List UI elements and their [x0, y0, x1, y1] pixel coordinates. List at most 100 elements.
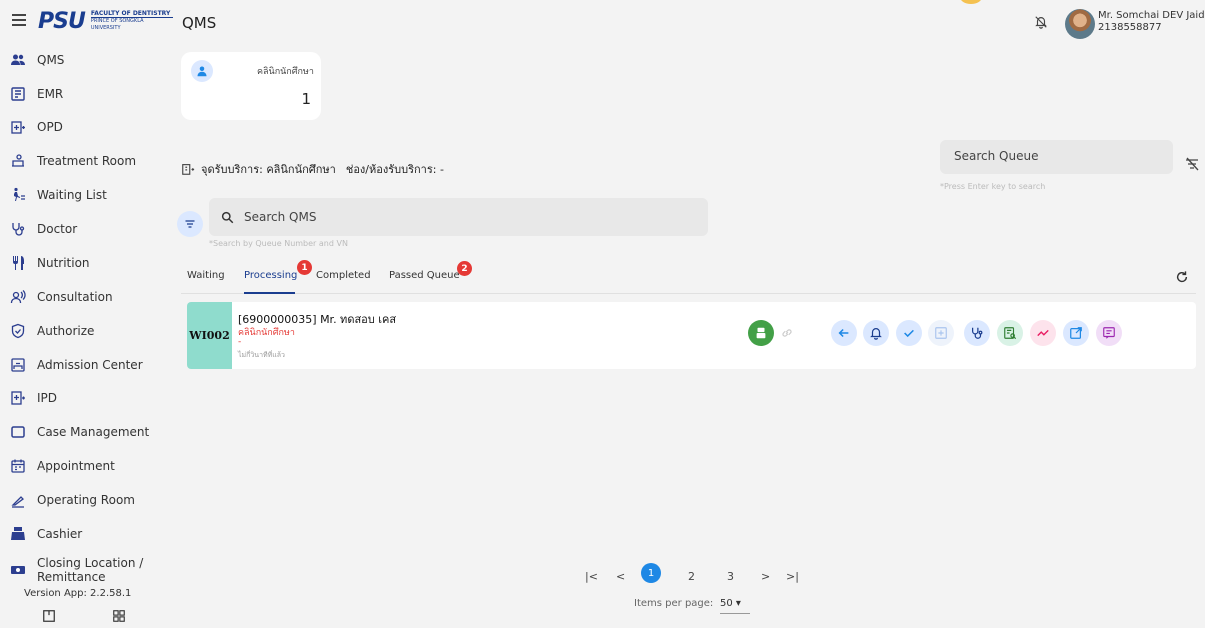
sidebar-item-emr[interactable]: EMR: [10, 82, 63, 106]
cutlery-icon: [13, 256, 24, 270]
tab-processing[interactable]: Processing: [244, 270, 297, 281]
search-qms-hint: *Search by Queue Number and VN: [209, 239, 348, 248]
dispenser-icon: [756, 327, 766, 339]
call-button[interactable]: [748, 320, 774, 346]
queue-card[interactable]: WI002 [6900000035] Mr. ทดสอบ เคส คลินิกน…: [187, 302, 1196, 369]
sidebar-item-authorize[interactable]: Authorize: [10, 319, 94, 343]
bell-off-icon[interactable]: [1034, 15, 1048, 29]
sidebar-item-opd[interactable]: OPD: [10, 115, 63, 139]
sidebar-item-nutrition[interactable]: Nutrition: [10, 251, 90, 275]
search-queue-hint: *Press Enter key to search: [940, 182, 1046, 191]
filter-off-icon[interactable]: [1184, 156, 1200, 172]
sidebar: QMS EMR OPD Treatment Room Waiting List …: [0, 44, 175, 628]
tab-waiting[interactable]: Waiting: [187, 270, 225, 281]
page-2-button[interactable]: 2: [688, 566, 695, 586]
sidebar-item-admission-center[interactable]: Admission Center: [10, 353, 143, 377]
bell-icon: [870, 328, 882, 340]
first-page-button[interactable]: |<: [585, 566, 598, 586]
check-icon: [904, 329, 914, 338]
passed-queue-count-badge: 2: [457, 261, 472, 276]
opd-icon: [11, 121, 25, 134]
sidebar-item-label: OPD: [37, 120, 63, 134]
app-title: QMS: [182, 14, 217, 32]
money-icon: [11, 566, 25, 574]
refresh-icon[interactable]: [1175, 270, 1189, 284]
search-icon: [221, 211, 234, 223]
notification-indicator: [960, 0, 982, 4]
trend-icon: [1037, 329, 1049, 337]
open-in-new-icon: [1070, 327, 1082, 339]
sidebar-item-closing-location[interactable]: Closing Location / Remittance: [10, 556, 160, 584]
sidebar-item-label: Consultation: [37, 290, 113, 304]
calendar-icon: [11, 459, 25, 473]
patient-detail: -: [238, 337, 242, 347]
sidebar-item-operating-room[interactable]: Operating Room: [10, 488, 135, 512]
message-button[interactable]: [1096, 320, 1122, 346]
sidebar-item-qms[interactable]: QMS: [10, 48, 64, 72]
walking-icon: [14, 187, 25, 201]
cashier-icon: [11, 527, 25, 540]
message-icon: [1103, 327, 1115, 339]
sidebar-item-label: Operating Room: [37, 493, 135, 507]
sidebar-item-label: Case Management: [37, 425, 150, 439]
logo-line2: PRINCE OF SONGKLA UNIVERSITY: [90, 17, 173, 32]
complete-button[interactable]: [896, 320, 922, 346]
sidebar-item-label: Closing Location / Remittance: [37, 556, 144, 584]
notify-button[interactable]: [863, 320, 889, 346]
items-per-page-label: Items per page:: [634, 598, 714, 609]
menu-icon[interactable]: [12, 14, 26, 26]
record-button[interactable]: [997, 320, 1023, 346]
sidebar-item-cashier[interactable]: Cashier: [10, 522, 82, 546]
link-button[interactable]: [774, 320, 800, 346]
sidebar-item-ipd[interactable]: IPD: [10, 386, 57, 410]
next-page-button[interactable]: >: [761, 566, 770, 586]
stat-value: 1: [301, 90, 311, 108]
page-3-button[interactable]: 3: [727, 566, 734, 586]
add-box-icon: [935, 327, 947, 339]
link-icon: [782, 329, 792, 337]
app-version: Version App: 2.2.58.1: [24, 588, 132, 599]
prev-page-button[interactable]: <: [616, 566, 625, 586]
back-button[interactable]: [831, 320, 857, 346]
filter-button[interactable]: [177, 211, 203, 237]
sidebar-item-label: Doctor: [37, 222, 78, 236]
logo-line1: FACULTY OF DENTISTRY: [90, 10, 171, 17]
doctor-button[interactable]: [964, 320, 990, 346]
sidebar-item-label: Appointment: [37, 459, 115, 473]
queue-tabs: Waiting Processing Completed Passed Queu…: [181, 260, 1196, 294]
sidebar-item-label: Waiting List: [37, 188, 107, 202]
tab-passed-queue[interactable]: Passed Queue: [389, 270, 460, 281]
case-icon: [11, 426, 25, 438]
search-queue-input[interactable]: Search Queue: [940, 140, 1173, 174]
service-counter: ช่อง/ห้องรับบริการ: -: [345, 163, 444, 176]
queue-time: ไม่กี่วินาทีที่แล้ว: [238, 351, 285, 359]
active-tab-indicator: [244, 292, 295, 294]
logo: PSU FACULTY OF DENTISTRY PRINCE OF SONGK…: [38, 8, 173, 34]
sidebar-item-label: Authorize: [37, 324, 95, 338]
clinic-stat-card[interactable]: คลินิกนักศึกษา 1: [181, 52, 321, 120]
add-service-button[interactable]: [928, 320, 954, 346]
shield-check-icon: [11, 323, 25, 339]
sidebar-item-waiting-list[interactable]: Waiting List: [10, 183, 107, 207]
tab-completed[interactable]: Completed: [316, 270, 371, 281]
items-per-page-select[interactable]: 50 ▾: [720, 598, 750, 614]
vital-signs-button[interactable]: [1030, 320, 1056, 346]
panel-icon[interactable]: [42, 609, 56, 623]
user-id: 2138558877: [1098, 22, 1162, 33]
open-external-button[interactable]: [1063, 320, 1089, 346]
last-page-button[interactable]: >|: [786, 566, 799, 586]
service-location: จุดรับบริการ: คลินิกนักศึกษา ช่อง/ห้องรั…: [181, 160, 444, 178]
avatar[interactable]: [1065, 9, 1095, 39]
sidebar-item-label: EMR: [37, 87, 64, 101]
search-qms-input[interactable]: Search QMS: [209, 198, 708, 236]
sidebar-item-label: QMS: [37, 53, 65, 67]
page-1-button[interactable]: 1: [641, 563, 661, 583]
grid-icon[interactable]: [112, 609, 126, 623]
sidebar-item-consultation[interactable]: Consultation: [10, 285, 113, 309]
emr-icon: [11, 87, 25, 101]
sidebar-item-doctor[interactable]: Doctor: [10, 217, 77, 241]
sidebar-item-treatment-room[interactable]: Treatment Room: [10, 149, 136, 173]
sidebar-item-label: Treatment Room: [37, 154, 137, 168]
sidebar-item-case-management[interactable]: Case Management: [10, 420, 149, 444]
sidebar-item-appointment[interactable]: Appointment: [10, 454, 115, 478]
